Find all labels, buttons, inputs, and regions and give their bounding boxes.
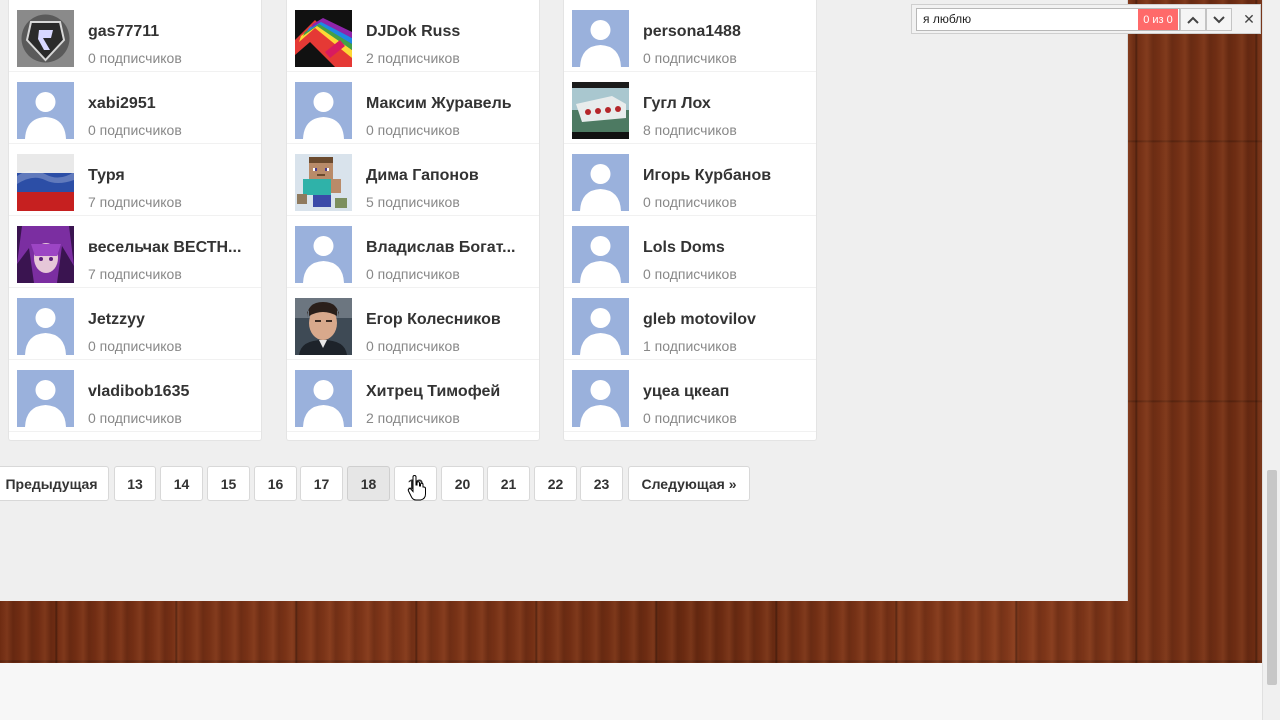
user-column: gas77711 0 подписчиков xabi2951 0 подписчик… [8, 0, 262, 441]
subscriber-count: 7 подписчиков [88, 266, 182, 282]
user-name-link[interactable]: Егор Колесников [366, 311, 532, 329]
subscriber-count: 0 подписчиков [88, 50, 182, 66]
page-button[interactable]: 22 [534, 466, 577, 501]
user-name-link[interactable]: Lols Doms [643, 239, 809, 257]
user-card[interactable]: DJDok Russ 2 подписчиков [287, 0, 539, 72]
page-button[interactable]: 16 [254, 466, 297, 501]
user-card[interactable]: весельчак ВЕСТН... 7 подписчиков [9, 216, 261, 288]
subscriber-count: 0 подписчиков [366, 122, 460, 138]
user-name-link[interactable]: Гугл Лох [643, 95, 809, 113]
chevron-down-icon [1213, 15, 1225, 23]
subscriber-count: 0 подписчиков [643, 266, 737, 282]
user-card[interactable]: Егор Колесников 0 подписчиков [287, 288, 539, 360]
default-avatar-icon[interactable] [17, 370, 74, 427]
user-card[interactable]: persona1488 0 подписчиков [564, 0, 816, 72]
close-icon: ✕ [1243, 11, 1255, 27]
user-card[interactable]: gleb motovilov 1 подписчиков [564, 288, 816, 360]
user-card[interactable]: Хитрец Тимофей 2 подписчиков [287, 360, 539, 432]
default-avatar-icon[interactable] [17, 82, 74, 139]
current-page-button[interactable]: 18 [347, 466, 390, 501]
page-button[interactable]: 13 [114, 466, 156, 501]
user-card[interactable]: Туря 7 подписчиков [9, 144, 261, 216]
user-card[interactable]: Владислав Богат... 0 подписчиков [287, 216, 539, 288]
user-card[interactable]: Максим Журавель 0 подписчиков [287, 72, 539, 144]
user-column: DJDok Russ 2 подписчиков Максим Журавель 0 … [286, 0, 540, 441]
subscriber-count: 0 подписчиков [88, 338, 182, 354]
prev-page-button[interactable]: Предыдущая [0, 466, 109, 501]
avatar[interactable] [295, 10, 352, 67]
default-avatar-icon[interactable] [572, 226, 629, 283]
subscriber-count: 2 подписчиков [366, 410, 460, 426]
page-button[interactable]: 21 [487, 466, 530, 501]
subscriber-count: 8 подписчиков [643, 122, 737, 138]
find-match-count: 0 из 0 [1138, 9, 1178, 30]
find-previous-button[interactable] [1180, 8, 1206, 31]
avatar[interactable] [17, 154, 74, 211]
default-avatar-icon[interactable] [295, 82, 352, 139]
chevron-up-icon [1187, 16, 1199, 24]
avatar[interactable] [295, 154, 352, 211]
user-card[interactable]: Игорь Курбанов 0 подписчиков [564, 144, 816, 216]
page-button[interactable]: 14 [160, 466, 203, 501]
user-name-link[interactable]: Максим Журавель [366, 95, 532, 113]
default-avatar-icon[interactable] [17, 298, 74, 355]
subscriber-count: 2 подписчиков [366, 50, 460, 66]
user-name-link[interactable]: xabi2951 [88, 95, 254, 113]
page-button[interactable]: 17 [300, 466, 343, 501]
user-name-link[interactable]: Дима Гапонов [366, 167, 532, 185]
user-name-link[interactable]: DJDok Russ [366, 23, 532, 41]
page-button[interactable]: 23 [580, 466, 623, 501]
user-name-link[interactable]: Игорь Курбанов [643, 167, 809, 185]
subscriber-count: 7 подписчиков [88, 194, 182, 210]
user-card[interactable]: Jetzzyy 0 подписчиков [9, 288, 261, 360]
user-name-link[interactable]: persona1488 [643, 23, 809, 41]
subscriber-count: 0 подписчиков [366, 338, 460, 354]
user-card[interactable]: уцеа цкеап 0 подписчиков [564, 360, 816, 432]
user-card[interactable]: vladibob1635 0 подписчиков [9, 360, 261, 432]
subscriber-count: 5 подписчиков [366, 194, 460, 210]
subscriber-count: 0 подписчиков [643, 194, 737, 210]
subscribers-panel: gas77711 0 подписчиков xabi2951 0 подписчик… [0, 0, 1128, 601]
avatar[interactable] [17, 226, 74, 283]
user-card[interactable]: gas77711 0 подписчиков [9, 0, 261, 72]
subscriber-count: 0 подписчиков [88, 122, 182, 138]
default-avatar-icon[interactable] [572, 370, 629, 427]
avatar[interactable] [572, 82, 629, 139]
default-avatar-icon[interactable] [572, 298, 629, 355]
user-name-link[interactable]: Jetzzyy [88, 311, 254, 329]
user-name-link[interactable]: уцеа цкеап [643, 383, 809, 401]
scroll-thumb[interactable] [1267, 470, 1277, 685]
next-page-button[interactable]: Следующая » [628, 466, 750, 501]
user-name-link[interactable]: Владислав Богат... [366, 239, 532, 257]
user-card[interactable]: Lols Doms 0 подписчиков [564, 216, 816, 288]
find-next-button[interactable] [1206, 8, 1232, 31]
subscriber-count: 0 подписчиков [643, 410, 737, 426]
default-avatar-icon[interactable] [572, 154, 629, 211]
user-name-link[interactable]: vladibob1635 [88, 383, 254, 401]
default-avatar-icon[interactable] [572, 10, 629, 67]
page-scrollbar[interactable] [1262, 0, 1280, 720]
user-column: persona1488 0 подписчиков Гугл Лох 8 подпис… [563, 0, 817, 441]
subscriber-count: 1 подписчиков [643, 338, 737, 354]
user-card[interactable]: xabi2951 0 подписчиков [9, 72, 261, 144]
user-card[interactable]: Гугл Лох 8 подписчиков [564, 72, 816, 144]
avatar[interactable] [17, 10, 74, 67]
subscriber-count: 0 подписчиков [88, 410, 182, 426]
default-avatar-icon[interactable] [295, 370, 352, 427]
user-name-link[interactable]: весельчак ВЕСТН... [88, 239, 254, 257]
avatar[interactable] [295, 298, 352, 355]
subscriber-count: 0 подписчиков [366, 266, 460, 282]
default-avatar-icon[interactable] [295, 226, 352, 283]
user-name-link[interactable]: gleb motovilov [643, 311, 809, 329]
user-name-link[interactable]: Туря [88, 167, 254, 185]
user-card[interactable]: Дима Гапонов 5 подписчиков [287, 144, 539, 216]
page-button[interactable]: 19 [394, 466, 437, 501]
page-button[interactable]: 15 [207, 466, 250, 501]
page-button[interactable]: 20 [441, 466, 484, 501]
user-name-link[interactable]: Хитрец Тимофей [366, 383, 532, 401]
user-name-link[interactable]: gas77711 [88, 23, 254, 41]
find-bar: я люблю 0 из 0 ✕ [911, 4, 1261, 34]
find-close-button[interactable]: ✕ [1239, 8, 1259, 31]
subscriber-count: 0 подписчиков [643, 50, 737, 66]
